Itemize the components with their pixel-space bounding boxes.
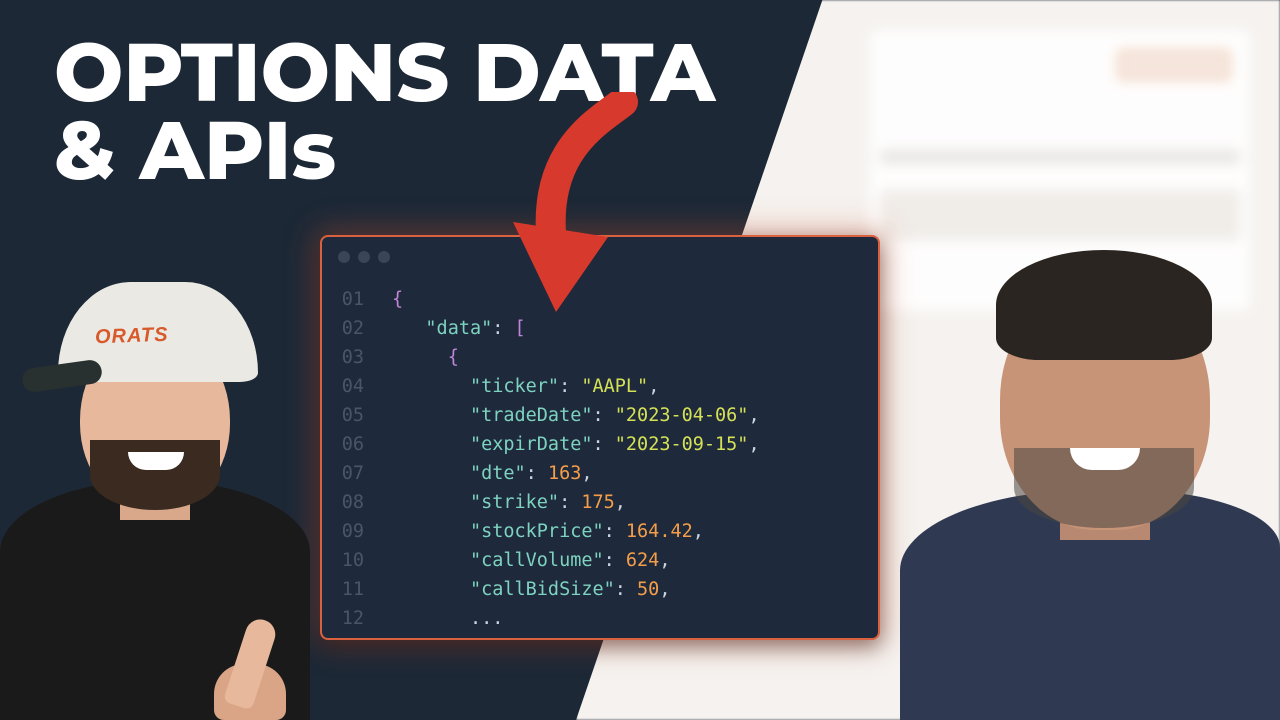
cap-logo-text: ORATS: [95, 324, 169, 350]
code-line: "ticker": "AAPL",: [392, 372, 878, 401]
code-content: { "data": [ { "ticker": "AAPL", "tradeDa…: [378, 285, 878, 638]
traffic-light-icon: [338, 251, 350, 263]
window-traffic-lights: [338, 251, 390, 263]
code-line: "strike": 175,: [392, 488, 878, 517]
presenter-left: ORATS: [0, 300, 330, 720]
code-line: "callVolume": 624,: [392, 546, 878, 575]
traffic-light-icon: [378, 251, 390, 263]
code-line: ...: [392, 604, 878, 633]
title-line-2: & APIs: [54, 112, 715, 190]
traffic-light-icon: [358, 251, 370, 263]
code-line: "tradeDate": "2023-04-06",: [392, 401, 878, 430]
code-line: {: [392, 343, 878, 372]
code-editor-window: 01 02 03 04 05 06 07 08 09 10 11 12 { "d…: [320, 235, 880, 640]
thumbnail-title: OPTIONS DATA & APIs: [54, 34, 715, 190]
code-line: "callBidSize": 50,: [392, 575, 878, 604]
line-number-gutter: 01 02 03 04 05 06 07 08 09 10 11 12: [322, 285, 378, 638]
code-line: "expirDate": "2023-09-15",: [392, 430, 878, 459]
code-line: "data": [: [392, 314, 878, 343]
code-line: {: [392, 285, 878, 314]
code-line: "stockPrice": 164.42,: [392, 517, 878, 546]
code-body: 01 02 03 04 05 06 07 08 09 10 11 12 { "d…: [322, 285, 878, 638]
presenter-right: [900, 250, 1280, 720]
code-line: "dte": 163,: [392, 459, 878, 488]
